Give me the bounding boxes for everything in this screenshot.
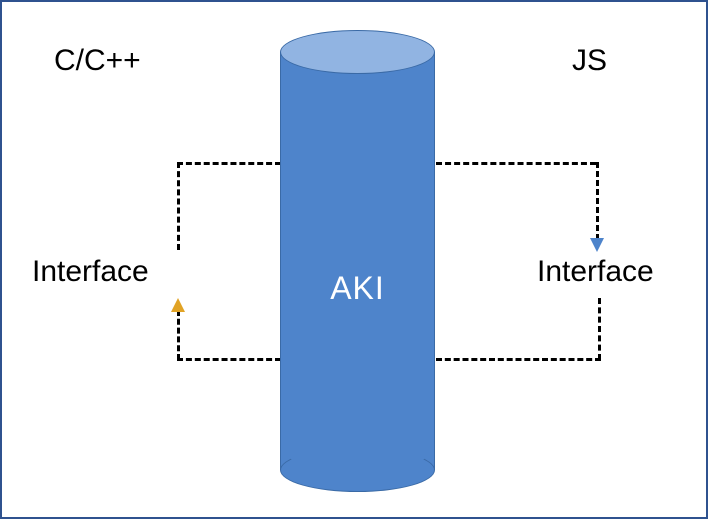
gold-arrow-segment (436, 358, 601, 361)
cylinder-top (280, 30, 435, 74)
gold-arrow-head (171, 298, 185, 312)
gold-arrow-segment (177, 358, 281, 361)
diagram-frame: C/C++ JS Interface Interface AKI (0, 0, 708, 519)
blue-arrow-segment (177, 162, 180, 250)
label-c-cpp: C/C++ (54, 44, 141, 78)
blue-arrow-head (590, 238, 604, 252)
label-interface-left: Interface (32, 255, 149, 289)
blue-arrow-segment (596, 162, 599, 240)
gold-arrow-segment (177, 310, 180, 360)
cylinder-bottom (280, 448, 435, 492)
cylinder-label: AKI (280, 270, 435, 307)
label-interface-right: Interface (537, 255, 654, 289)
blue-arrow-segment (436, 162, 596, 165)
label-js: JS (572, 44, 607, 78)
aki-cylinder: AKI (280, 30, 435, 490)
blue-arrow-segment (177, 162, 281, 165)
cylinder-body (280, 52, 435, 470)
gold-arrow-segment (598, 298, 601, 360)
